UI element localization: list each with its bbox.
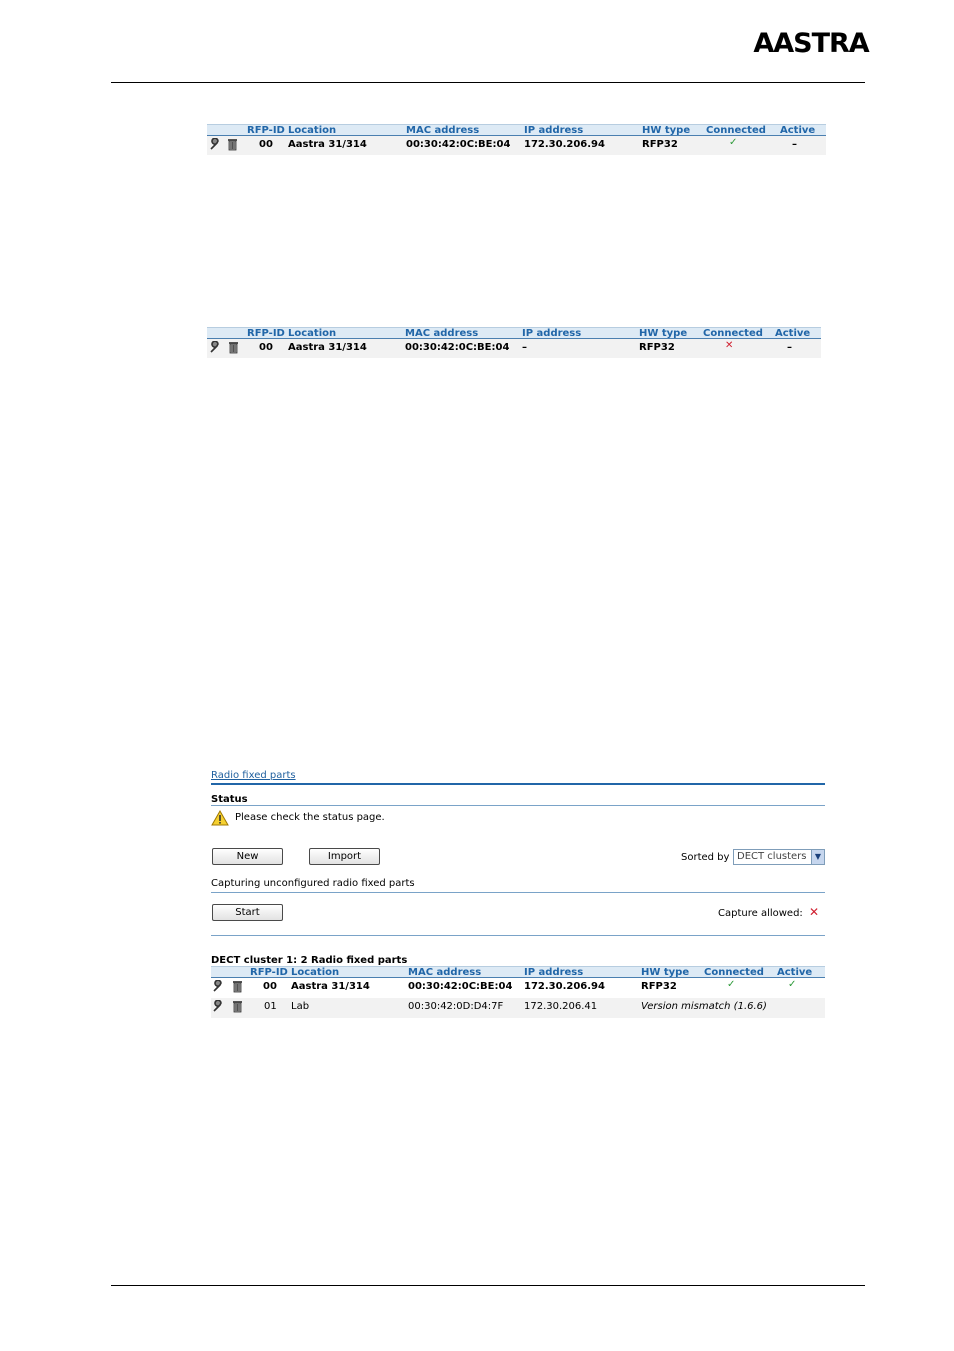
trash-icon[interactable] <box>228 341 239 358</box>
col-location[interactable]: Location <box>288 328 336 339</box>
col-ip[interactable]: IP address <box>524 967 583 978</box>
connected-check-icon: ✓ <box>727 979 736 990</box>
not-connected-x-icon: ✕ <box>725 340 734 351</box>
col-location[interactable]: Location <box>288 125 336 136</box>
ip-address: – <box>522 342 527 353</box>
sorted-by-label: Sorted by <box>681 852 730 863</box>
table-row: 00 Aastra 31/314 00:30:42:0C:BE:04 172.3… <box>207 136 826 155</box>
cluster-table-header: RFP-ID Location MAC address IP address H… <box>211 966 825 978</box>
hw-type: RFP32 <box>641 981 677 992</box>
header-rule <box>111 82 865 83</box>
col-active[interactable]: Active <box>780 125 815 136</box>
edit-wrench-icon[interactable] <box>209 340 222 358</box>
footer-rule <box>111 1285 865 1286</box>
new-button[interactable]: New <box>212 848 283 865</box>
location: Aastra 31/314 <box>288 342 367 353</box>
mac-address: 00:30:42:0C:BE:04 <box>406 139 511 150</box>
hw-type-version-mismatch: Version mismatch (1.6.6) <box>641 1001 767 1012</box>
status-heading: Status <box>211 794 248 805</box>
chevron-down-icon[interactable]: ▼ <box>811 850 824 864</box>
capture-allowed-label: Capture allowed: <box>718 908 803 919</box>
rfp-table-connected: RFP-ID Location MAC address IP address H… <box>207 124 826 155</box>
col-mac[interactable]: MAC address <box>406 125 479 136</box>
connected-check-icon: ✓ <box>729 137 738 148</box>
ip-address: 172.30.206.94 <box>524 981 605 992</box>
cluster-heading: DECT cluster 1: 2 Radio fixed parts <box>211 955 408 966</box>
mac-address: 00:30:42:0C:BE:04 <box>408 981 513 992</box>
sorted-by-value: DECT clusters <box>737 851 807 862</box>
status-message: Please check the status page. <box>235 812 385 823</box>
sorted-by-select[interactable]: DECT clusters ▼ <box>733 849 825 865</box>
rfp-id: 00 <box>259 342 273 353</box>
rfp-id: 00 <box>263 981 277 992</box>
radio-fixed-parts-panel: Radio fixed parts Status Please check th… <box>211 770 825 1018</box>
location: Lab <box>291 1001 310 1012</box>
location: Aastra 31/314 <box>288 139 367 150</box>
table-header: RFP-ID Location MAC address IP address H… <box>207 327 821 339</box>
table-row: 00 Aastra 31/314 00:30:42:0C:BE:04 – RFP… <box>207 339 821 358</box>
hw-type: RFP32 <box>642 139 678 150</box>
active-check-icon: ✓ <box>788 979 797 990</box>
rfp-id: 01 <box>264 1001 277 1012</box>
col-ip[interactable]: IP address <box>524 125 583 136</box>
table-row: 00 Aastra 31/314 00:30:42:0C:BE:04 172.3… <box>211 978 825 998</box>
mac-address: 00:30:42:0C:BE:04 <box>405 342 510 353</box>
col-ip[interactable]: IP address <box>522 328 581 339</box>
col-location[interactable]: Location <box>291 967 339 978</box>
mac-address: 00:30:42:0D:D4:7F <box>408 1001 504 1012</box>
aastra-logo: AASTRA <box>753 28 870 56</box>
edit-wrench-icon[interactable] <box>212 999 225 1017</box>
active-value: – <box>787 342 792 353</box>
location: Aastra 31/314 <box>291 981 370 992</box>
col-hw[interactable]: HW type <box>639 328 687 339</box>
col-active[interactable]: Active <box>775 328 810 339</box>
active-value: – <box>792 139 797 150</box>
import-button[interactable]: Import <box>309 848 380 865</box>
page-title-link[interactable]: Radio fixed parts <box>211 770 296 781</box>
col-hw[interactable]: HW type <box>642 125 690 136</box>
col-mac[interactable]: MAC address <box>405 328 478 339</box>
capturing-heading: Capturing unconfigured radio fixed parts <box>211 878 415 889</box>
table-header: RFP-ID Location MAC address IP address H… <box>207 124 826 136</box>
col-rfp-id[interactable]: RFP-ID <box>247 328 285 339</box>
ip-address: 172.30.206.41 <box>524 1001 598 1012</box>
capture-not-allowed-x-icon: ✕ <box>809 905 820 919</box>
table-row: 01 Lab 00:30:42:0D:D4:7F 172.30.206.41 V… <box>211 998 825 1018</box>
edit-wrench-icon[interactable] <box>209 137 222 155</box>
hw-type: RFP32 <box>639 342 675 353</box>
trash-icon[interactable] <box>232 980 243 997</box>
col-active[interactable]: Active <box>777 967 812 978</box>
edit-wrench-icon[interactable] <box>212 979 225 997</box>
col-mac[interactable]: MAC address <box>408 967 481 978</box>
warning-icon <box>211 809 229 829</box>
col-rfp-id[interactable]: RFP-ID <box>247 125 285 136</box>
ip-address: 172.30.206.94 <box>524 139 605 150</box>
trash-icon[interactable] <box>227 138 238 155</box>
col-rfp-id[interactable]: RFP-ID <box>250 967 288 978</box>
col-connected[interactable]: Connected <box>706 125 766 136</box>
col-connected[interactable]: Connected <box>704 967 764 978</box>
rfp-table-disconnected: RFP-ID Location MAC address IP address H… <box>207 327 821 358</box>
col-connected[interactable]: Connected <box>703 328 763 339</box>
col-hw[interactable]: HW type <box>641 967 689 978</box>
start-capture-button[interactable]: Start <box>212 904 283 921</box>
logo-text: AASTRA <box>753 28 869 56</box>
trash-icon[interactable] <box>232 1000 243 1017</box>
rfp-id: 00 <box>259 139 273 150</box>
